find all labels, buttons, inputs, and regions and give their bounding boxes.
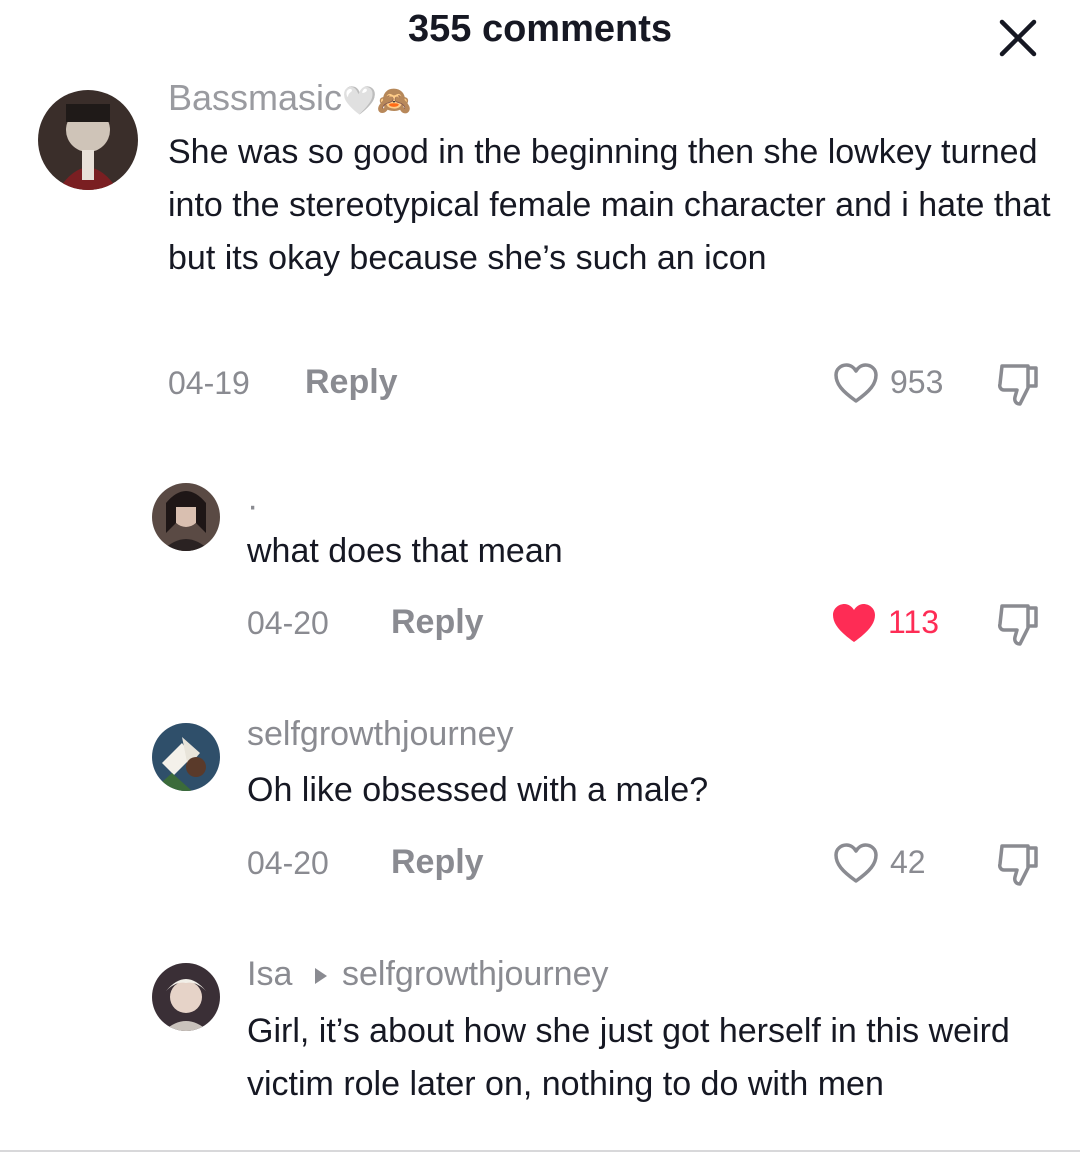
- reply-to-username[interactable]: selfgrowthjourney: [342, 955, 608, 994]
- heart-icon[interactable]: [830, 601, 878, 645]
- reply-button[interactable]: Reply: [391, 603, 484, 642]
- reply-button[interactable]: Reply: [391, 843, 484, 882]
- comment-username[interactable]: Bassmasic🤍🙈: [168, 77, 412, 119]
- avatar[interactable]: [38, 90, 138, 190]
- comments-header: 355 comments: [0, 0, 1080, 70]
- avatar[interactable]: [152, 963, 220, 1031]
- like-count: 113: [888, 604, 940, 640]
- comment-date: 04-20: [247, 845, 329, 881]
- comment-username[interactable]: ·: [247, 487, 258, 526]
- comments-count-title: 355 comments: [407, 8, 672, 50]
- comment-text: Oh like obsessed with a male?: [247, 771, 709, 809]
- dislike-icon[interactable]: [994, 600, 1044, 648]
- comment-username[interactable]: selfgrowthjourney: [247, 715, 513, 754]
- username-emoji: 🤍🙈: [342, 85, 412, 116]
- avatar[interactable]: [152, 483, 220, 551]
- dislike-icon[interactable]: [994, 840, 1044, 888]
- comment-date: 04-20: [247, 605, 329, 641]
- divider: [0, 1150, 1080, 1152]
- comment-date: 04-19: [168, 365, 250, 401]
- comment-username[interactable]: Isa: [247, 955, 292, 994]
- heart-icon[interactable]: [832, 361, 880, 405]
- like-count: 953: [890, 364, 944, 400]
- avatar[interactable]: [152, 723, 220, 791]
- comment-text: what does that mean: [247, 532, 563, 570]
- reply-to-arrow-icon: [313, 967, 329, 985]
- close-icon[interactable]: [996, 16, 1040, 60]
- reply-button[interactable]: Reply: [305, 363, 398, 402]
- comment-text: Girl, it’s about how she just got hersel…: [247, 1012, 1010, 1103]
- dislike-icon[interactable]: [994, 360, 1044, 408]
- heart-icon[interactable]: [832, 841, 880, 885]
- comment-text: She was so good in the beginning then sh…: [168, 133, 1051, 277]
- like-count: 42: [890, 844, 926, 880]
